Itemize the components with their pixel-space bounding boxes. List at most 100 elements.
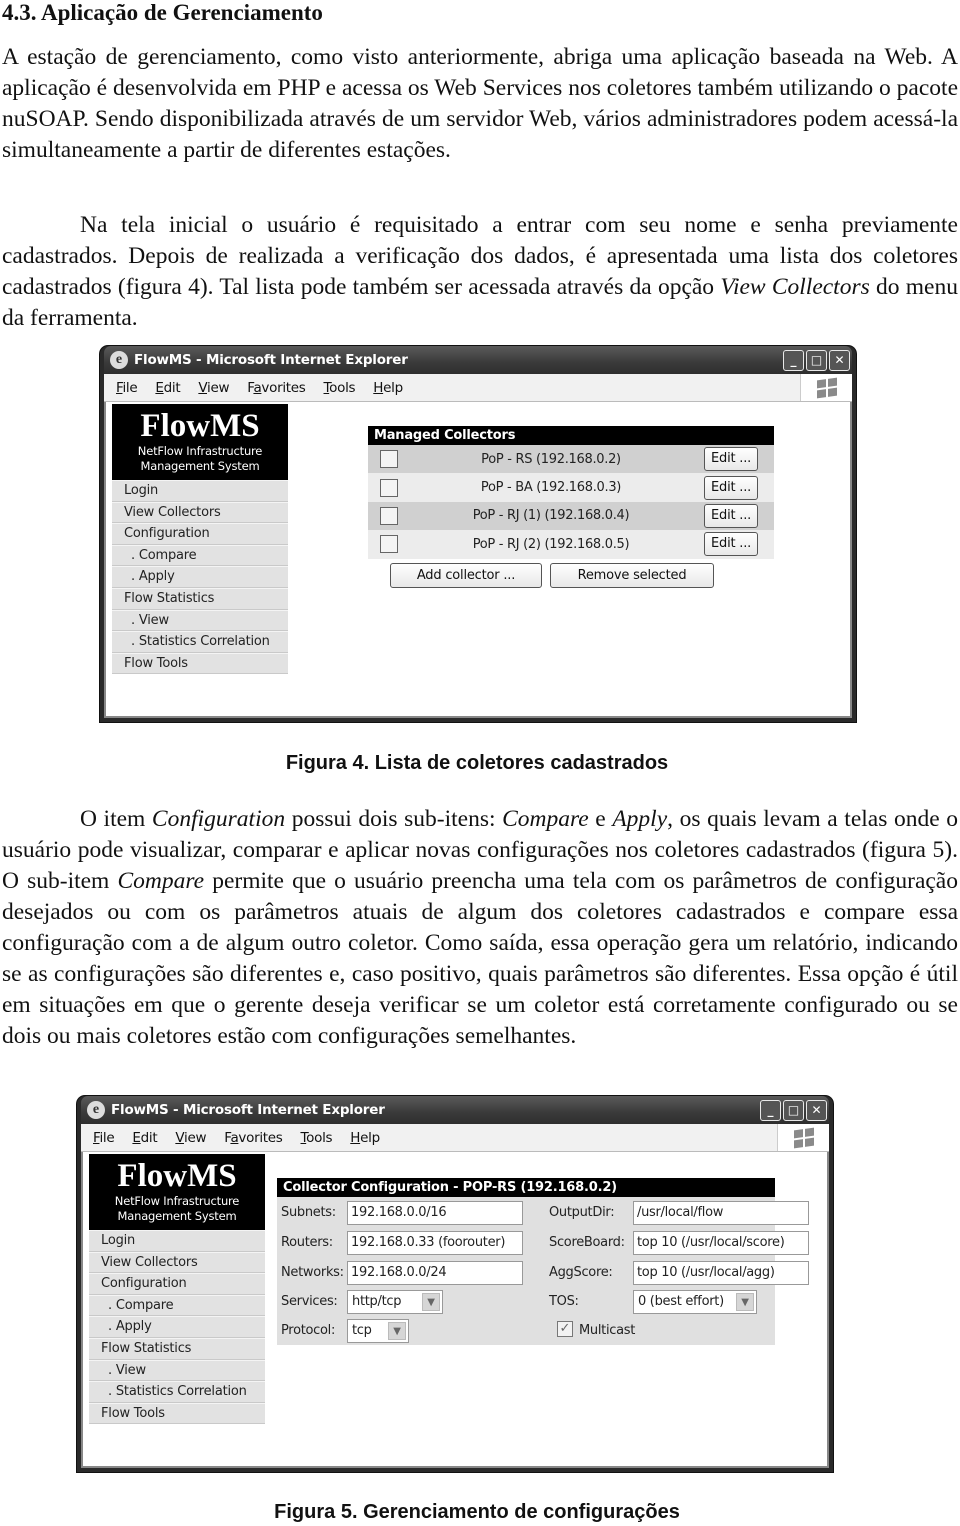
paragraph-2: Na tela inicial o usuário é requisitado … — [2, 210, 958, 334]
tos-label: TOS: — [549, 1294, 579, 1309]
section-heading: 4.3. Aplicação de Gerenciamento — [2, 0, 323, 25]
collector-name: PoP - RJ (2) (192.168.0.5) — [472, 536, 630, 552]
nav-login[interactable]: Login — [89, 1230, 265, 1252]
windows-logo-icon — [800, 374, 852, 401]
logo-subtitle-1: NetFlow Infrastructure — [137, 444, 263, 458]
collector-checkbox[interactable] — [380, 478, 398, 497]
title-bar: e FlowMS - Microsoft Internet Explorer _… — [81, 1096, 829, 1124]
nav-flow-statistics[interactable]: Flow Statistics — [112, 587, 288, 610]
protocol-value: tcp — [352, 1323, 372, 1338]
nav-statistics-correlation[interactable]: . Statistics Correlation — [89, 1381, 265, 1403]
maximize-button[interactable]: □ — [806, 349, 827, 371]
close-button[interactable]: ✕ — [829, 349, 850, 371]
multicast-checkbox[interactable]: ✓ — [557, 1321, 573, 1337]
menu-bar: File Edit View Favorites Tools Help — [104, 374, 852, 402]
minimize-button[interactable]: _ — [760, 1099, 781, 1121]
nav-view[interactable]: . View — [89, 1359, 265, 1382]
protocol-label: Protocol: — [281, 1323, 336, 1338]
menu-view[interactable]: View — [175, 1130, 206, 1146]
nav-compare[interactable]: . Compare — [112, 544, 288, 567]
flowms-sidebar: FlowMS NetFlow Infrastructure Management… — [89, 1154, 265, 1425]
collector-checkbox[interactable] — [380, 506, 398, 525]
paragraph-3: O item Configuration possui dois sub-ite… — [2, 804, 958, 1052]
collector-name: PoP - RJ (1) (192.168.0.4) — [472, 508, 630, 524]
logo-subtitle-2: Management System — [117, 1209, 237, 1223]
windows-logo-icon — [777, 1124, 829, 1151]
collector-name: PoP - BA (192.168.0.3) — [480, 480, 622, 496]
networks-input[interactable]: 192.168.0.0/24 — [347, 1261, 523, 1285]
edit-button[interactable]: Edit ... — [704, 503, 758, 528]
nav-compare[interactable]: . Compare — [89, 1294, 265, 1317]
collector-row: PoP - BA (192.168.0.3) Edit ... — [368, 473, 774, 502]
nav-configuration[interactable]: Configuration — [112, 523, 288, 545]
nav-apply[interactable]: . Apply — [112, 566, 288, 588]
menu-favorites[interactable]: Favorites — [247, 380, 306, 396]
menu-file[interactable]: File — [93, 1130, 115, 1146]
chevron-down-icon[interactable]: ▼ — [422, 1293, 440, 1311]
minimize-button[interactable]: _ — [783, 349, 804, 371]
nav-configuration[interactable]: Configuration — [89, 1273, 265, 1295]
protocol-select[interactable]: tcp ▼ — [347, 1319, 409, 1343]
chevron-down-icon[interactable]: ▼ — [388, 1322, 406, 1340]
close-button[interactable]: ✕ — [806, 1099, 827, 1121]
edit-button[interactable]: Edit ... — [704, 475, 758, 500]
nav-apply[interactable]: . Apply — [89, 1316, 265, 1338]
tos-value: 0 (best effort) — [638, 1294, 724, 1309]
services-select[interactable]: http/tcp ▼ — [347, 1290, 443, 1314]
subnets-label: Subnets: — [281, 1205, 336, 1220]
services-label: Services: — [281, 1294, 338, 1309]
flowms-sidebar: FlowMS NetFlow Infrastructure Management… — [112, 404, 288, 675]
menu-bar: File Edit View Favorites Tools Help — [81, 1124, 829, 1152]
nav-view-collectors[interactable]: View Collectors — [89, 1251, 265, 1274]
aggscore-input[interactable]: top 10 (/usr/local/agg) — [633, 1261, 809, 1285]
managed-collectors-panel: Managed Collectors PoP - RS (192.168.0.2… — [368, 426, 774, 588]
logo-subtitle-1: NetFlow Infrastructure — [114, 1194, 240, 1208]
compare-reference: Compare — [117, 868, 205, 894]
page-content: FlowMS NetFlow Infrastructure Management… — [104, 402, 852, 718]
nav-login[interactable]: Login — [112, 480, 288, 502]
chevron-down-icon[interactable]: ▼ — [736, 1293, 754, 1311]
configuration-reference: Configuration — [151, 806, 286, 832]
nav-statistics-correlation[interactable]: . Statistics Correlation — [112, 631, 288, 653]
menu-tools[interactable]: Tools — [324, 380, 356, 396]
view-collectors-reference: View Collectors — [720, 274, 870, 300]
outputdir-input[interactable]: /usr/local/flow — [633, 1201, 809, 1225]
menu-help[interactable]: Help — [373, 380, 403, 396]
networks-label: Networks: — [281, 1265, 344, 1280]
add-collector-button[interactable]: Add collector ... — [390, 562, 542, 588]
configuration-form: Subnets: 192.168.0.0/16 Routers: 192.168… — [277, 1197, 809, 1345]
collector-name: PoP - RS (192.168.0.2) — [481, 451, 621, 467]
nav-view[interactable]: . View — [112, 609, 288, 632]
collector-configuration-panel: Collector Configuration - POP-RS (192.16… — [277, 1178, 809, 1345]
menu-favorites[interactable]: Favorites — [224, 1130, 283, 1146]
routers-label: Routers: — [281, 1235, 333, 1250]
collector-checkbox[interactable] — [380, 535, 398, 554]
nav-view-collectors[interactable]: View Collectors — [112, 501, 288, 524]
menu-file[interactable]: File — [116, 380, 138, 396]
paragraph-3-text: O item — [80, 806, 152, 832]
menu-help[interactable]: Help — [350, 1130, 380, 1146]
nav-flow-tools[interactable]: Flow Tools — [89, 1402, 265, 1425]
menu-tools[interactable]: Tools — [301, 1130, 333, 1146]
remove-selected-button[interactable]: Remove selected — [550, 562, 714, 588]
maximize-button[interactable]: □ — [783, 1099, 804, 1121]
nav-flow-statistics[interactable]: Flow Statistics — [89, 1337, 265, 1360]
subnets-input[interactable]: 192.168.0.0/16 — [347, 1201, 523, 1225]
paragraph-3-text: possui dois sub-itens: — [285, 806, 503, 832]
menu-edit[interactable]: Edit — [132, 1130, 157, 1146]
scoreboard-input[interactable]: top 10 (/usr/local/score) — [633, 1231, 809, 1255]
menu-edit[interactable]: Edit — [155, 380, 180, 396]
nav-flow-tools[interactable]: Flow Tools — [112, 652, 288, 675]
collector-actions: Add collector ... Remove selected — [368, 559, 774, 588]
routers-input[interactable]: 192.168.0.33 (foorouter) — [347, 1231, 523, 1255]
edit-button[interactable]: Edit ... — [704, 447, 758, 472]
collector-checkbox[interactable] — [380, 450, 398, 469]
page-content: FlowMS NetFlow Infrastructure Management… — [81, 1152, 829, 1468]
tos-select[interactable]: 0 (best effort) ▼ — [633, 1290, 757, 1314]
internet-explorer-icon: e — [110, 351, 128, 369]
aggscore-label: AggScore: — [549, 1265, 613, 1280]
edit-button[interactable]: Edit ... — [704, 532, 758, 557]
logo-title: FlowMS — [117, 1158, 237, 1194]
menu-view[interactable]: View — [198, 380, 229, 396]
collector-row: PoP - RJ (1) (192.168.0.4) Edit ... — [368, 501, 774, 531]
